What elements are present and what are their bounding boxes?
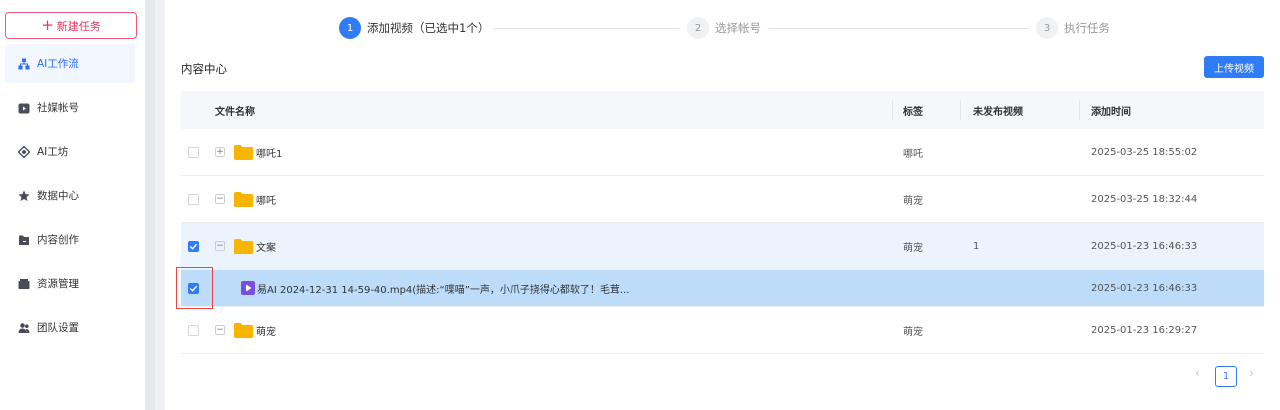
ai-workshop-icon bbox=[18, 145, 30, 158]
section-title: 内容中心 bbox=[181, 62, 227, 76]
workflow-icon bbox=[18, 58, 30, 70]
step-connector bbox=[493, 28, 679, 29]
step-connector bbox=[769, 28, 1029, 29]
next-page-button[interactable]: › bbox=[1249, 366, 1254, 380]
main-panel: 1 添加视频（已选中1个） 2 选择帐号 3 执行任务 内容中心 上传视频 文件… bbox=[165, 0, 1280, 410]
pagination-current: 1 bbox=[1215, 366, 1237, 387]
row-checkbox[interactable] bbox=[188, 146, 199, 158]
sidebar-item-media-account[interactable]: 社媒帐号 bbox=[0, 88, 145, 127]
folder-icon bbox=[234, 238, 253, 254]
sidebar-item-resource-management[interactable]: 资源管理 bbox=[0, 264, 145, 303]
pagination: ‹ bbox=[1195, 366, 1200, 380]
tag-cell: 萌宠 bbox=[903, 242, 923, 254]
sidebar-item-ai-workshop[interactable]: AI工坊 bbox=[0, 132, 145, 171]
plus-icon: + bbox=[41, 16, 54, 34]
step-2: 2 选择帐号 bbox=[687, 17, 761, 39]
table-row[interactable]: − 文案 萌宠 1 2025-01-23 16:46:33 bbox=[181, 223, 1264, 270]
folder-icon bbox=[234, 322, 253, 338]
row-checkbox[interactable] bbox=[188, 282, 199, 294]
step-number: 1 bbox=[339, 17, 361, 39]
expand-toggle[interactable]: + bbox=[215, 147, 225, 157]
row-checkbox[interactable] bbox=[188, 240, 199, 252]
sidebar-item-label: 内容创作 bbox=[37, 234, 79, 246]
sidebar-item-label: AI工作流 bbox=[37, 58, 79, 70]
collapse-toggle[interactable]: − bbox=[215, 241, 225, 251]
media-account-icon bbox=[18, 102, 30, 114]
check-icon bbox=[189, 285, 198, 292]
file-name[interactable]: 萌宠 bbox=[256, 323, 276, 338]
column-header-name: 文件名称 bbox=[215, 106, 255, 118]
file-name[interactable]: 文案 bbox=[256, 239, 276, 254]
column-header-added-time: 添加时间 bbox=[1091, 106, 1131, 118]
column-divider bbox=[892, 100, 893, 120]
folder-icon bbox=[234, 144, 253, 160]
file-name[interactable]: 哪吒 bbox=[256, 192, 276, 207]
added-time-cell: 2025-03-25 18:55:02 bbox=[1091, 146, 1198, 158]
collapse-toggle[interactable]: − bbox=[215, 325, 225, 335]
sidebar-nav: AI工作流 社媒帐号 AI工坊 数据中心 内容创作 资源管理 团队设置 bbox=[0, 44, 145, 352]
added-time-cell: 2025-01-23 16:29:27 bbox=[1091, 324, 1198, 336]
new-task-button[interactable]: + 新建任务 bbox=[5, 12, 137, 39]
table-row[interactable]: − 哪吒 萌宠 2025-03-25 18:32:44 bbox=[181, 176, 1264, 223]
step-number: 2 bbox=[687, 17, 709, 39]
column-divider bbox=[960, 100, 961, 120]
video-file-icon bbox=[241, 281, 255, 295]
sidebar-item-label: AI工坊 bbox=[37, 146, 69, 158]
upload-video-button[interactable]: 上传视频 bbox=[1204, 56, 1264, 78]
pagination-next: › bbox=[1249, 366, 1254, 380]
content-gutter bbox=[145, 0, 155, 410]
tag-cell: 萌宠 bbox=[903, 326, 923, 338]
folder-icon bbox=[234, 191, 253, 207]
table-row[interactable]: 易AI 2024-12-31 14-59-40.mp4(描述:“喋喵”一声，小爪… bbox=[181, 270, 1264, 307]
new-task-label: 新建任务 bbox=[56, 19, 101, 33]
step-3: 3 执行任务 bbox=[1036, 17, 1110, 39]
added-time-cell: 2025-03-25 18:32:44 bbox=[1091, 193, 1198, 205]
team-settings-icon bbox=[18, 322, 30, 334]
column-header-tag: 标签 bbox=[903, 106, 923, 118]
sidebar-item-label: 团队设置 bbox=[37, 322, 79, 334]
sidebar-item-data-center[interactable]: 数据中心 bbox=[0, 176, 145, 215]
sidebar-item-content-creation[interactable]: 内容创作 bbox=[0, 220, 145, 259]
step-label: 添加视频（已选中1个） bbox=[367, 21, 490, 35]
step-label: 执行任务 bbox=[1064, 21, 1110, 35]
table-row[interactable]: + 哪吒1 哪吒 2025-03-25 18:55:02 bbox=[181, 129, 1264, 176]
file-name[interactable]: 哪吒1 bbox=[256, 145, 282, 160]
prev-page-button[interactable]: ‹ bbox=[1195, 366, 1200, 380]
data-center-icon bbox=[18, 190, 30, 202]
column-header-unpublished: 未发布视频 bbox=[973, 106, 1023, 118]
content-table: 文件名称 标签 未发布视频 添加时间 + 哪吒1 哪吒 2025-03-25 1… bbox=[181, 91, 1264, 354]
resource-management-icon bbox=[18, 278, 30, 290]
step-number: 3 bbox=[1036, 17, 1058, 39]
tag-cell: 哪吒 bbox=[903, 148, 923, 160]
row-checkbox[interactable] bbox=[188, 324, 199, 336]
content-creation-icon bbox=[18, 234, 30, 246]
collapse-toggle[interactable]: − bbox=[215, 194, 225, 204]
sidebar: + 新建任务 AI工作流 社媒帐号 AI工坊 数据中心 内容创作 资源管理 团队… bbox=[0, 0, 145, 410]
file-name[interactable]: 易AI 2024-12-31 14-59-40.mp4(描述:“喋喵”一声，小爪… bbox=[257, 281, 629, 296]
page-1-button[interactable]: 1 bbox=[1215, 366, 1237, 387]
table-header: 文件名称 标签 未发布视频 添加时间 bbox=[181, 91, 1264, 129]
added-time-cell: 2025-01-23 16:46:33 bbox=[1091, 240, 1198, 252]
check-icon bbox=[189, 243, 198, 250]
step-1: 1 添加视频（已选中1个） bbox=[339, 17, 489, 39]
table-row[interactable]: − 萌宠 萌宠 2025-01-23 16:29:27 bbox=[181, 307, 1264, 354]
unpublished-cell: 1 bbox=[973, 240, 980, 252]
sidebar-item-ai-workflow[interactable]: AI工作流 bbox=[5, 44, 135, 83]
column-divider bbox=[1079, 100, 1080, 120]
step-label: 选择帐号 bbox=[715, 21, 761, 35]
sidebar-item-label: 数据中心 bbox=[37, 190, 79, 202]
added-time-cell: 2025-01-23 16:46:33 bbox=[1091, 282, 1198, 294]
sidebar-item-label: 资源管理 bbox=[37, 278, 79, 290]
row-checkbox[interactable] bbox=[188, 193, 199, 205]
tag-cell: 萌宠 bbox=[903, 195, 923, 207]
sidebar-item-label: 社媒帐号 bbox=[37, 102, 79, 114]
sidebar-item-team-settings[interactable]: 团队设置 bbox=[0, 308, 145, 347]
